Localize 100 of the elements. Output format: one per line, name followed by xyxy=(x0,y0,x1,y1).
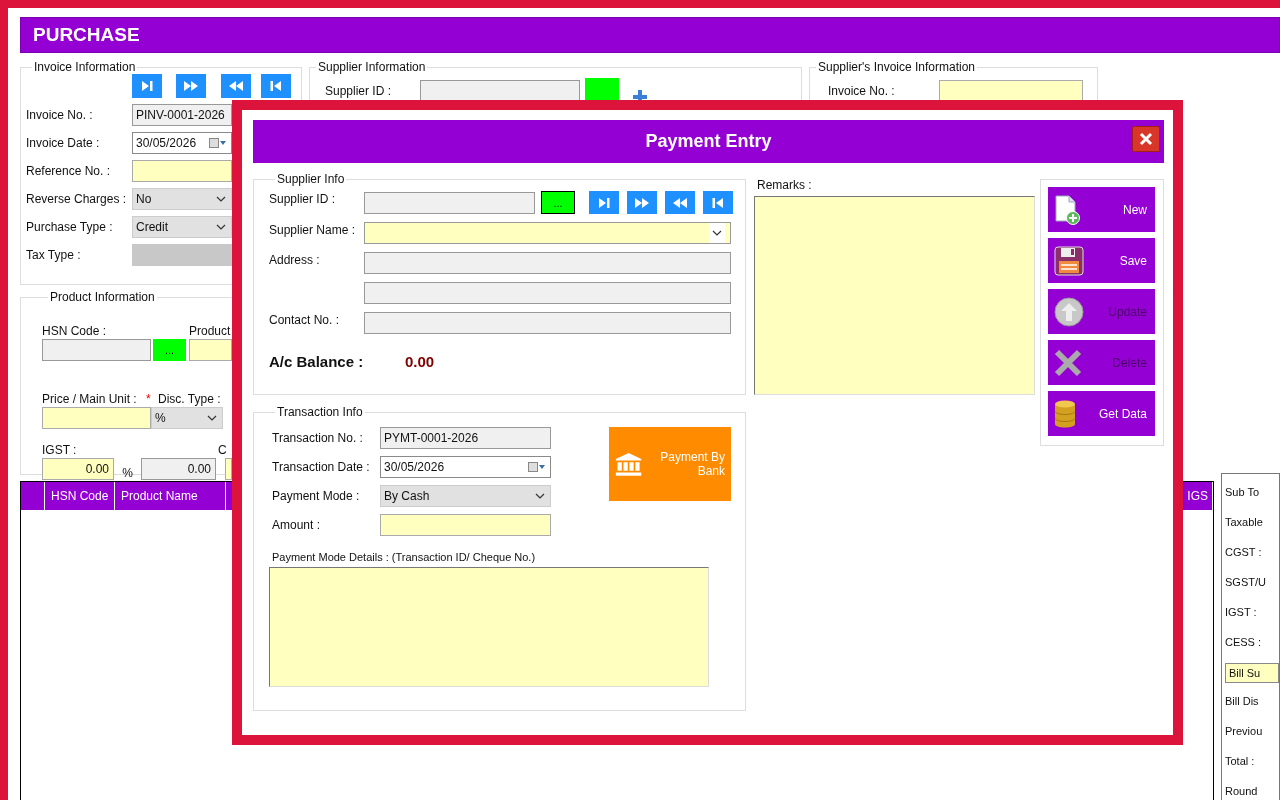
text-field[interactable] xyxy=(364,282,731,304)
total-label: Total : xyxy=(1225,755,1256,769)
dropdown-field[interactable]: By Cash xyxy=(380,485,551,507)
close-icon xyxy=(1139,132,1153,146)
chevron-down-icon xyxy=(535,493,545,499)
field-label: Payment Mode : xyxy=(272,489,361,503)
lookup-button[interactable]: ... xyxy=(153,339,186,361)
rewind-icon xyxy=(673,196,687,209)
total-label: Round xyxy=(1225,785,1259,799)
rewind-icon xyxy=(229,80,243,92)
get-data-button[interactable]: Get Data xyxy=(1048,391,1155,436)
dropdown-field[interactable]: % xyxy=(151,407,223,429)
section-title: Product Information xyxy=(49,290,156,304)
dialog-title: Payment Entry xyxy=(645,131,772,152)
balance-value: 0.00 xyxy=(405,353,435,370)
section-title: Transaction Info xyxy=(276,405,364,419)
fast-forward-icon xyxy=(184,80,198,92)
calendar-icon xyxy=(209,138,227,148)
field-label: Invoice No. : xyxy=(26,108,94,122)
bill-summary-field: Bill Su xyxy=(1225,663,1279,683)
field-label: Supplier Name : xyxy=(269,223,357,237)
total-label: Bill Dis xyxy=(1225,695,1260,709)
skip-forward-icon xyxy=(597,196,611,209)
date-field[interactable]: 30/05/2026 xyxy=(132,132,232,154)
total-label: CGST : xyxy=(1225,546,1263,560)
text-field[interactable]: PINV-0001-2026 xyxy=(132,104,232,126)
fast-forward-icon xyxy=(635,196,649,209)
field-label: Payment Mode Details : (Transaction ID/ Cheque No.) xyxy=(272,551,537,563)
close-button[interactable] xyxy=(1132,126,1160,152)
unit-label: % xyxy=(121,466,134,480)
field-label: Product xyxy=(189,324,231,338)
field-label: Disc. Type : xyxy=(158,392,221,406)
document-plus-icon xyxy=(1054,194,1082,225)
balance-label: A/c Balance : xyxy=(269,353,365,370)
database-icon xyxy=(1054,399,1076,428)
skip-forward-icon xyxy=(140,80,154,92)
field-label: Contact No. : xyxy=(269,313,341,327)
chevron-down-icon xyxy=(216,224,226,230)
field-label: Amount : xyxy=(272,518,322,532)
new-button[interactable]: New xyxy=(1048,187,1155,232)
field-label: Supplier ID : xyxy=(269,192,337,206)
field-label: IGST : xyxy=(42,443,78,457)
required-mark: * xyxy=(146,392,152,406)
field-label: Address : xyxy=(269,253,321,267)
column-header[interactable]: Product Name xyxy=(115,482,226,510)
text-field[interactable] xyxy=(364,252,731,274)
text-field[interactable] xyxy=(364,312,731,334)
bank-icon xyxy=(615,450,643,478)
field-label: Transaction Date : xyxy=(272,460,371,474)
field-label: Purchase Type : xyxy=(26,220,114,234)
field-label: Tax Type : xyxy=(26,248,82,262)
total-label: Sub To xyxy=(1225,486,1261,500)
previous-button[interactable] xyxy=(221,74,251,98)
column-header[interactable]: HSN Code xyxy=(45,482,115,510)
previous-button[interactable] xyxy=(703,191,733,214)
dropdown-field[interactable] xyxy=(364,222,731,244)
next-button[interactable] xyxy=(132,74,162,98)
next-button[interactable] xyxy=(176,74,206,98)
section-title: Supplier Information xyxy=(317,60,427,74)
text-field[interactable]: 0.00 xyxy=(42,458,114,480)
field-label: Invoice Date : xyxy=(26,136,101,150)
text-field[interactable]: 0.00 xyxy=(141,458,216,480)
field-label: Transaction No. : xyxy=(272,431,364,445)
text-field[interactable] xyxy=(380,514,551,536)
plus-icon[interactable] xyxy=(632,90,648,102)
field-label: Reverse Charges : xyxy=(26,192,128,206)
section-title: Supplier Info xyxy=(276,172,346,186)
field-label: Reference No. : xyxy=(26,164,112,178)
text-field[interactable]: PYMT-0001-2026 xyxy=(380,427,551,449)
dropdown-field[interactable]: No xyxy=(132,188,232,210)
section-title: Invoice Information xyxy=(33,60,137,74)
previous-button[interactable] xyxy=(665,191,695,214)
dropdown-field[interactable]: Credit xyxy=(132,216,232,238)
date-field[interactable]: 30/05/2026 xyxy=(380,456,551,478)
total-label: CESS : xyxy=(1225,636,1263,650)
text-field[interactable] xyxy=(132,160,232,182)
text-field[interactable] xyxy=(225,458,232,480)
total-label: SGST/U xyxy=(1225,576,1267,590)
lookup-button[interactable]: ... xyxy=(541,191,575,214)
window-title: PURCHASE xyxy=(33,24,140,46)
total-label: Previou xyxy=(1225,725,1264,739)
save-button[interactable]: Save xyxy=(1048,238,1155,283)
text-field[interactable] xyxy=(420,80,580,102)
field-label: C xyxy=(218,443,227,457)
text-field[interactable] xyxy=(939,80,1083,102)
total-label: IGST : xyxy=(1225,606,1258,620)
text-field[interactable] xyxy=(42,339,151,361)
total-label: Taxable xyxy=(1225,516,1264,530)
skip-back-icon xyxy=(711,196,725,209)
chevron-down-icon xyxy=(216,196,226,202)
chevron-down-icon xyxy=(709,223,725,243)
chevron-down-icon xyxy=(207,415,217,421)
text-field[interactable] xyxy=(364,191,535,214)
field-label: HSN Code : xyxy=(42,324,108,338)
previous-button[interactable] xyxy=(261,74,291,98)
next-button[interactable] xyxy=(627,191,657,214)
calendar-icon xyxy=(528,462,546,472)
text-field[interactable] xyxy=(189,339,232,361)
next-button[interactable] xyxy=(589,191,619,214)
text-field[interactable] xyxy=(42,407,151,429)
